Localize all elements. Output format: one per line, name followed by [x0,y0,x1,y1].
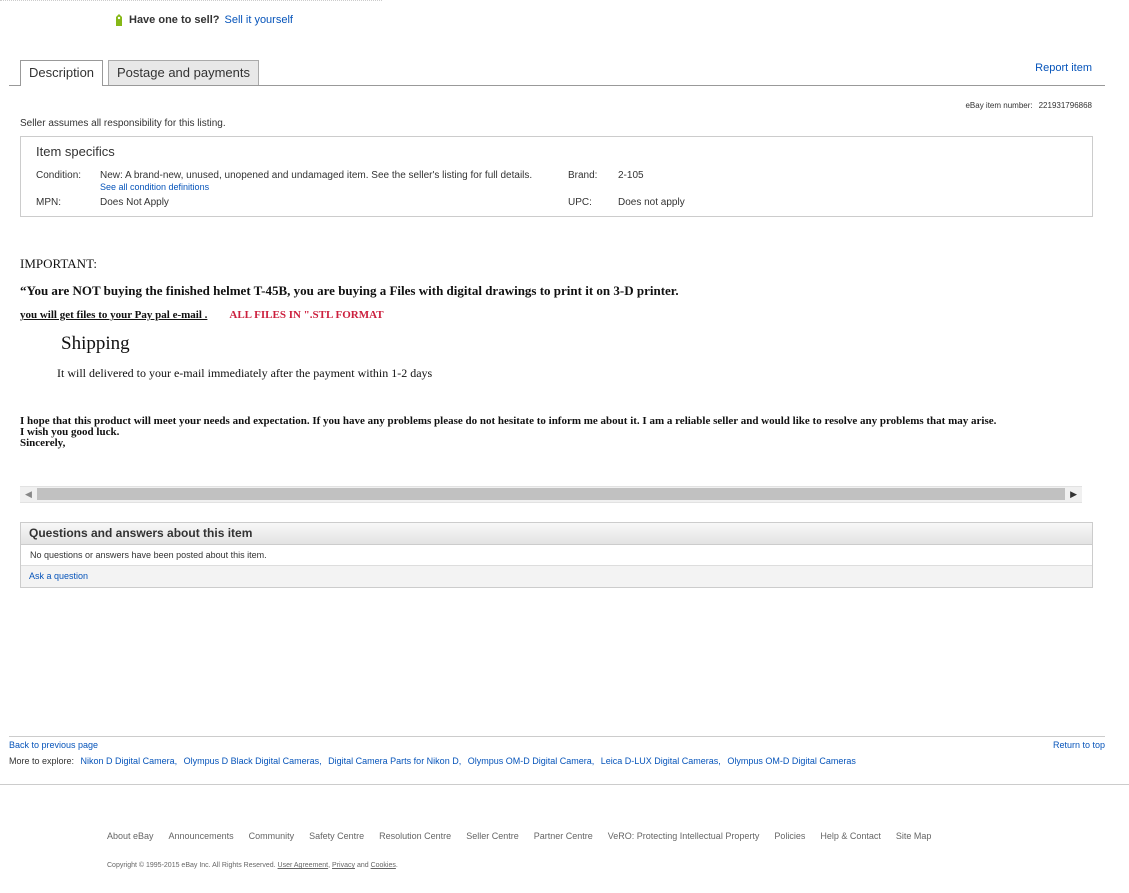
seller-responsibility-note: Seller assumes all responsibility for th… [20,118,226,129]
scroll-right-icon[interactable]: ▶ [1070,488,1077,500]
condition-label: Condition: [36,170,82,181]
sell-question: Have one to sell? [129,14,220,26]
horizontal-scrollbar[interactable]: ◀ ▶ [20,486,1082,503]
explore-link[interactable]: Leica D-LUX Digital Cameras, [601,756,721,766]
footer-link-partner-centre[interactable]: Partner Centre [534,831,593,841]
explore-link[interactable]: Olympus OM-D Digital Cameras [727,756,856,766]
footer-link-safety[interactable]: Safety Centre [309,831,364,841]
hope-text: I hope that this product will meet your … [20,415,997,427]
footer-link-community[interactable]: Community [249,831,295,841]
stl-format-note: ALL FILES IN ".STL FORMAT [229,309,384,321]
seller-message: I hope that this product will meet your … [20,416,1090,449]
footer-link-seller-centre[interactable]: Seller Centre [466,831,519,841]
explore-label: More to explore: [9,756,75,766]
questions-answers-panel: Questions and answers about this item No… [20,522,1093,588]
footer-link-sitemap[interactable]: Site Map [896,831,932,841]
item-specifics-title: Item specifics [36,144,115,159]
upc-label: UPC: [568,197,592,208]
more-to-explore: More to explore: Nikon D Digital Camera,… [9,756,856,766]
important-heading: IMPORTANT: [20,256,97,271]
ask-question-link[interactable]: Ask a question [29,571,88,581]
explore-link[interactable]: Olympus D Black Digital Cameras, [184,756,322,766]
footer-link-resolution[interactable]: Resolution Centre [379,831,451,841]
item-number-label: eBay item number: [965,101,1033,110]
qa-empty-message: No questions or answers have been posted… [21,545,1092,566]
scrollbar-thumb[interactable] [37,488,1065,500]
item-number-value: 221931796868 [1038,101,1092,110]
explore-link[interactable]: Olympus OM-D Digital Camera, [468,756,595,766]
footer-link-about[interactable]: About eBay [107,831,154,841]
item-specifics-panel: Item specifics Condition: New: A brand-n… [20,136,1093,217]
user-agreement-link[interactable]: User Agreement [278,862,329,869]
tab-bar: Description Postage and payments [9,60,1105,86]
footer-nav: About eBay Announcements Community Safet… [107,831,931,841]
sell-prompt: Have one to sell? Sell it yourself [114,13,293,27]
scroll-left-icon[interactable]: ◀ [25,488,32,500]
brand-label: Brand: [568,170,598,181]
and-text: and [356,862,369,869]
condition-value: New: A brand-new, unused, unopened and u… [100,170,533,181]
mpn-value: Does Not Apply [100,197,169,208]
qa-title: Questions and answers about this item [21,523,1092,545]
explore-link[interactable]: Nikon D Digital Camera, [81,756,178,766]
copyright: Copyright © 1995-2015 eBay Inc. All Righ… [107,862,398,869]
footer-divider [9,736,1105,737]
copyright-text: Copyright © 1995-2015 eBay Inc. All Righ… [107,862,276,869]
item-number: eBay item number: 221931796868 [965,101,1092,110]
shipping-text: It will delivered to your e-mail immedia… [57,366,433,380]
site-footer-divider [0,784,1129,785]
report-item-link[interactable]: Report item [1035,62,1092,74]
condition-definitions-link[interactable]: See all condition definitions [100,182,209,192]
tab-description[interactable]: Description [20,60,104,86]
return-to-top-link[interactable]: Return to top [1053,740,1105,750]
upc-value: Does not apply [618,197,685,208]
brand-value: 2-105 [618,170,644,181]
footer-link-announcements[interactable]: Announcements [169,831,234,841]
tag-icon [116,14,122,26]
cookies-link[interactable]: Cookies [371,862,396,869]
privacy-link[interactable]: Privacy [332,862,355,869]
paypal-email-note: you will get files to your Pay pal e-mai… [20,309,208,321]
sell-it-yourself-link[interactable]: Sell it yourself [224,14,292,26]
explore-link[interactable]: Digital Camera Parts for Nikon D, [328,756,461,766]
tab-postage-and-payments[interactable]: Postage and payments [108,60,259,85]
shipping-heading: Shipping [61,333,130,354]
footer-link-help[interactable]: Help & Contact [820,831,881,841]
good-luck-text: I wish you good luck. [20,426,120,438]
sincerely-text: Sincerely, [20,437,66,449]
footer-link-policies[interactable]: Policies [774,831,805,841]
files-delivery-line: you will get files to your Pay pal e-mai… [20,309,384,321]
footer-link-vero[interactable]: VeRO: Protecting Intellectual Property [608,831,760,841]
back-to-previous-page-link[interactable]: Back to previous page [9,740,98,750]
mpn-label: MPN: [36,197,61,208]
top-dotted-divider [0,0,382,1]
not-buying-notice: “You are NOT buying the finished helmet … [20,283,679,298]
